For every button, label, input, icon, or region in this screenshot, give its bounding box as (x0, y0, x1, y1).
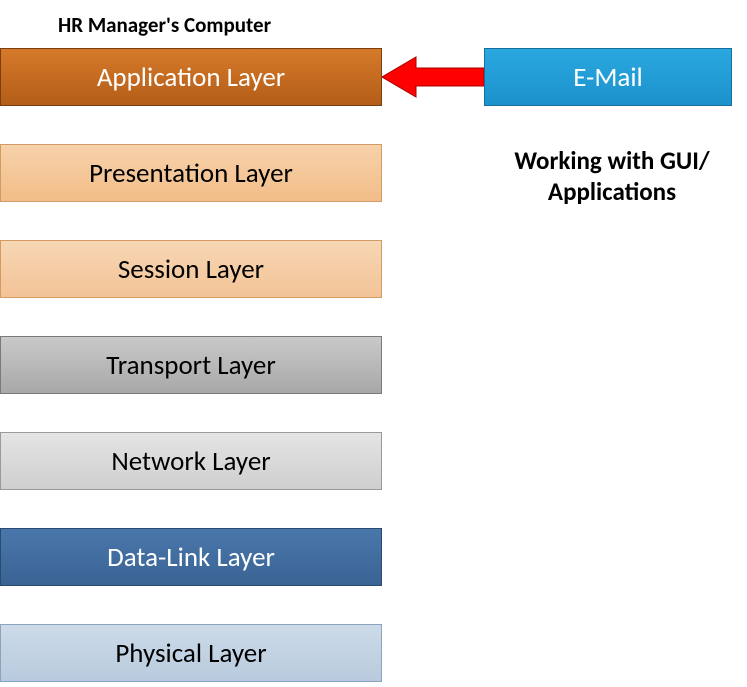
email-box: E-Mail (484, 48, 732, 106)
caption-text: Working with GUI/ Applications (482, 145, 742, 208)
layer-datalink: Data-Link Layer (0, 528, 382, 586)
layer-application: Application Layer (0, 48, 382, 106)
layer-network: Network Layer (0, 432, 382, 490)
layer-session: Session Layer (0, 240, 382, 298)
layer-presentation: Presentation Layer (0, 144, 382, 202)
page-title: HR Manager's Computer (58, 12, 271, 38)
layer-physical: Physical Layer (0, 624, 382, 682)
arrow-left-icon (382, 77, 484, 78)
layer-transport: Transport Layer (0, 336, 382, 394)
